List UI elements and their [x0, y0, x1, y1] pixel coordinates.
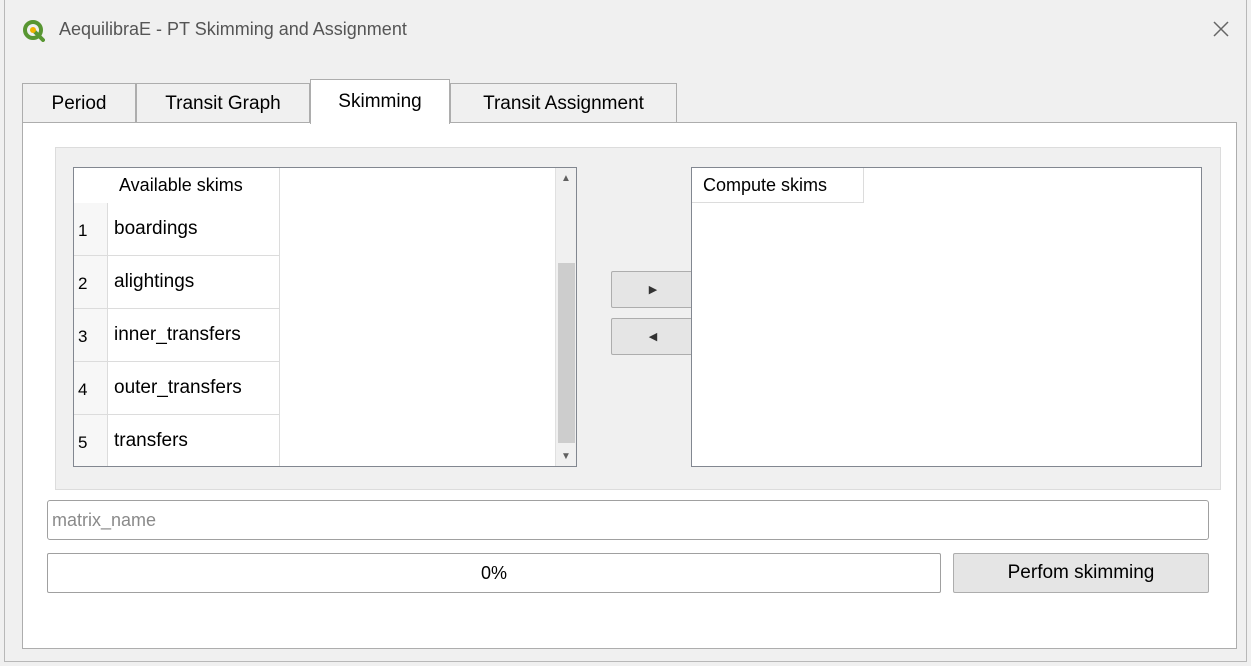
- qgis-icon: [23, 20, 45, 42]
- row-header[interactable]: 3: [74, 309, 108, 362]
- row-header[interactable]: 1: [74, 203, 108, 256]
- table-corner: [74, 168, 108, 203]
- tab-label: Transit Assignment: [483, 92, 644, 114]
- compute-skims-table[interactable]: Compute skims: [691, 167, 1202, 467]
- skimming-panel: Available skims 1 boardings 2 alightings…: [22, 122, 1237, 649]
- available-skims-header[interactable]: Available skims: [108, 168, 280, 203]
- table-cell-alightings[interactable]: alightings: [108, 256, 280, 309]
- title-bar: AequilibraE - PT Skimming and Assignment: [5, 0, 1246, 62]
- tab-skimming[interactable]: Skimming: [310, 79, 450, 124]
- perform-skimming-button[interactable]: Perfom skimming: [953, 553, 1209, 593]
- tab-label: Skimming: [338, 91, 422, 112]
- matrix-name-input[interactable]: [47, 500, 1209, 540]
- table-cell-inner-transfers[interactable]: inner_transfers: [108, 309, 280, 362]
- progress-bar: 0%: [47, 553, 941, 593]
- tab-transit-assignment[interactable]: Transit Assignment: [450, 83, 677, 123]
- arrow-right-icon: ▶: [648, 284, 658, 296]
- skims-group: Available skims 1 boardings 2 alightings…: [55, 147, 1221, 490]
- row-header[interactable]: 4: [74, 362, 108, 415]
- arrow-left-icon: ◀: [648, 331, 658, 343]
- dialog-window: AequilibraE - PT Skimming and Assignment…: [4, 0, 1247, 662]
- scroll-up-arrow-icon[interactable]: ▲: [556, 168, 576, 188]
- scroll-thumb[interactable]: [558, 263, 575, 443]
- add-skim-button[interactable]: ▶: [611, 271, 695, 308]
- tab-period[interactable]: Period: [22, 83, 136, 123]
- row-header[interactable]: 2: [74, 256, 108, 309]
- compute-skims-header[interactable]: Compute skims: [692, 168, 864, 203]
- table-cell-outer-transfers[interactable]: outer_transfers: [108, 362, 280, 415]
- vertical-scrollbar[interactable]: ▲ ▼: [555, 168, 576, 466]
- available-skims-table[interactable]: Available skims 1 boardings 2 alightings…: [73, 167, 577, 467]
- scroll-down-arrow-icon[interactable]: ▼: [556, 446, 576, 466]
- window-title: AequilibraE - PT Skimming and Assignment: [59, 19, 407, 39]
- row-header[interactable]: 5: [74, 415, 108, 466]
- tab-label: Period: [51, 92, 107, 114]
- tab-transit-graph[interactable]: Transit Graph: [136, 83, 310, 123]
- progress-text: 0%: [480, 562, 507, 583]
- tab-label: Transit Graph: [165, 92, 281, 114]
- perform-skimming-label: Perfom skimming: [1007, 562, 1155, 583]
- close-icon[interactable]: [1206, 14, 1236, 44]
- remove-skim-button[interactable]: ◀: [611, 318, 695, 355]
- table-cell-transfers[interactable]: transfers: [108, 415, 280, 466]
- table-cell-boardings[interactable]: boardings: [108, 203, 280, 256]
